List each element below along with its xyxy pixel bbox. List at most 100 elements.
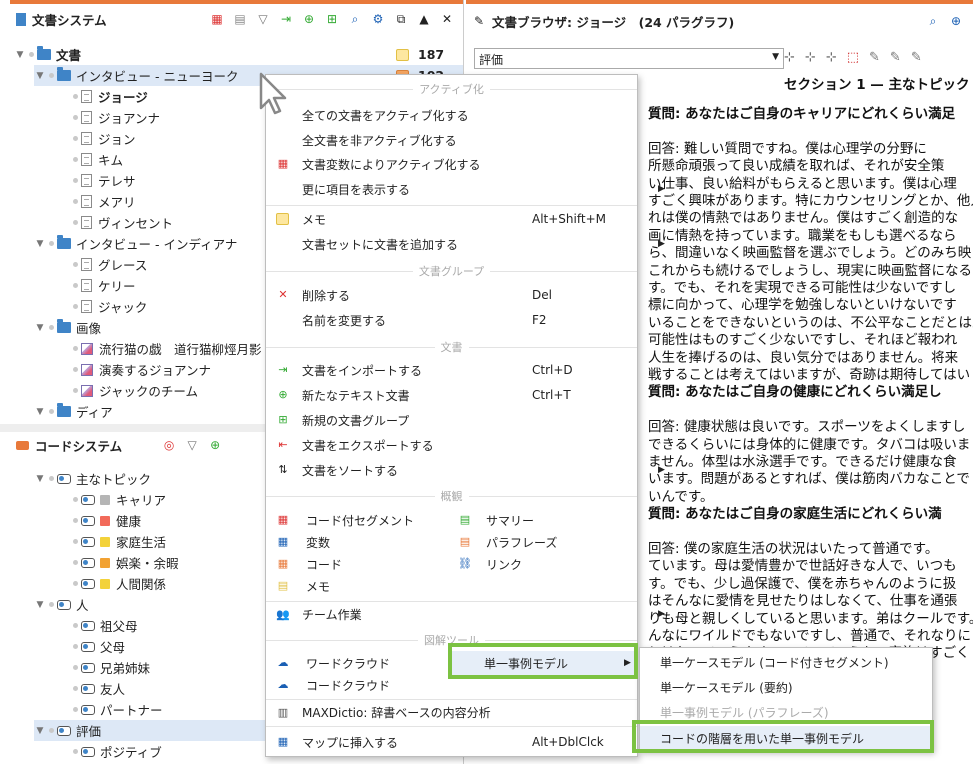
code-color-swatch bbox=[100, 494, 110, 505]
menu-item-coded-segments[interactable]: コード付セグメント bbox=[306, 509, 414, 531]
new-group-icon[interactable]: ⊞ bbox=[325, 12, 339, 26]
shortcut-label: Del bbox=[532, 288, 552, 302]
menu-item-team[interactable]: チーム作業 ▶ bbox=[302, 603, 665, 625]
menu-item-deactivate-all[interactable]: 全文書を非アクティブ化する bbox=[302, 129, 457, 151]
doc-item-row[interactable]: ジョン bbox=[70, 128, 136, 149]
doc-item-row[interactable]: ジャックのチーム bbox=[70, 380, 198, 401]
document-paragraph-line: 質問: あなたはご自身の家庭生活にどれくらい満 bbox=[648, 506, 942, 523]
filter-icon[interactable]: ▽ bbox=[185, 438, 199, 452]
chevron-down-icon[interactable]: ▼ bbox=[34, 600, 46, 610]
doc-group-row[interactable]: ▼ ディア bbox=[34, 401, 113, 422]
chevron-down-icon[interactable]: ▼ bbox=[34, 474, 46, 484]
document-paragraph-line: れは僕の情熱ではありません。僕はすごく創造的な bbox=[648, 210, 959, 227]
code-pin-icon[interactable]: ⊹ bbox=[784, 50, 795, 65]
doc-group-row[interactable]: ▼ 画像 bbox=[34, 317, 101, 338]
menu-item-import[interactable]: 文書をインポートする Ctrl+D bbox=[302, 359, 632, 381]
doc-item-row[interactable]: 演奏するジョアンナ bbox=[70, 359, 211, 380]
doc-item-row[interactable]: ヴィンセント bbox=[70, 212, 173, 233]
menu-item-memo-overview[interactable]: メモ bbox=[306, 575, 330, 597]
menu-item-activate-by-var[interactable]: 文書変数によりアクティブ化する bbox=[302, 153, 480, 175]
menu-item-sort[interactable]: 文書をソートする ▶ bbox=[302, 459, 665, 481]
chevron-down-icon[interactable]: ▼ bbox=[14, 50, 26, 60]
menu-item-new-group[interactable]: 新規の文書グループ bbox=[302, 409, 409, 431]
document-icon bbox=[81, 216, 92, 229]
code-icon bbox=[81, 662, 95, 673]
document-paragraph-line: います。問題があるとすれば、僕は筋肉バカなことで bbox=[648, 471, 970, 488]
menu-item-code[interactable]: コード bbox=[306, 553, 342, 575]
link-icon: ⛓ bbox=[458, 557, 472, 570]
submenu-item-coded-segments[interactable]: 単一ケースモデル (コード付きセグメント) bbox=[660, 651, 889, 673]
doc-root-row[interactable]: ▼ 文書 187 bbox=[14, 44, 463, 65]
doc-item-row[interactable]: ジョアンナ bbox=[70, 107, 160, 128]
menu-item-variables[interactable]: 変数 bbox=[306, 531, 330, 553]
code-color-swatch bbox=[100, 578, 110, 589]
pen-icon[interactable]: ✎ bbox=[869, 50, 880, 65]
document-browser-title: 文書ブラウザ: ジョージ (24 パラグラフ) bbox=[492, 14, 735, 30]
menu-item-new-text[interactable]: 新たなテキスト文書 Ctrl+T bbox=[302, 384, 632, 406]
undock-icon[interactable]: ⧉ bbox=[394, 12, 408, 26]
doc-item-row[interactable]: グレース bbox=[70, 254, 147, 275]
doc-item-row[interactable]: メアリ bbox=[70, 191, 136, 212]
doc-item-row[interactable]: キム bbox=[70, 149, 123, 170]
close-icon[interactable]: ✕ bbox=[440, 12, 454, 26]
menu-item-show-more[interactable]: 更に項目を表示する ▶ bbox=[302, 178, 665, 200]
code-compare-icon[interactable]: ⊹ bbox=[826, 50, 837, 65]
doc-item-label: 流行猫の戯 道行猫柳烴月影 bbox=[99, 342, 262, 357]
activate-docs-icon[interactable]: ▦ bbox=[210, 12, 224, 26]
menu-item-word-cloud[interactable]: ワードクラウド bbox=[306, 652, 390, 674]
search-icon[interactable]: ⌕ bbox=[348, 12, 362, 26]
chevron-down-icon[interactable]: ▼ bbox=[34, 323, 46, 333]
document-paragraph-line: ら、間違いなく映画監督を選ぶでしょう。どのみち映 bbox=[648, 245, 972, 262]
doc-item-row[interactable]: 流行猫の戯 道行猫柳烴月影 bbox=[70, 338, 262, 359]
filter-icon[interactable]: ▽ bbox=[256, 12, 270, 26]
document-icon bbox=[81, 195, 92, 208]
doc-item-label: ジャックのチーム bbox=[99, 384, 199, 399]
highlight-box bbox=[632, 720, 934, 753]
menu-item-summary[interactable]: サマリー bbox=[486, 509, 534, 531]
menu-item-link[interactable]: リンク bbox=[486, 553, 522, 575]
gear-icon[interactable]: ⚙ bbox=[371, 12, 385, 26]
submenu-item-summary[interactable]: 単一ケースモデル (要約) bbox=[660, 676, 793, 698]
maximize-icon[interactable]: ▲ bbox=[417, 12, 431, 26]
search-icon[interactable]: ⌕ bbox=[926, 14, 940, 28]
folder-icon bbox=[57, 403, 71, 417]
code-icon bbox=[81, 515, 95, 526]
code-add-icon[interactable]: ⊹ bbox=[805, 50, 816, 65]
doc-item-label: キム bbox=[98, 153, 124, 168]
chevron-down-icon[interactable]: ▼ bbox=[34, 239, 46, 249]
new-code-icon[interactable]: ⊕ bbox=[208, 438, 222, 452]
menu-item-code-cloud[interactable]: コードクラウド bbox=[306, 674, 390, 696]
doc-item-row[interactable]: テレサ bbox=[70, 170, 136, 191]
doc-item-row[interactable]: ジャック bbox=[70, 296, 147, 317]
menu-header: 文書グループ bbox=[266, 263, 637, 279]
zoom-icon[interactable]: ⊕ bbox=[949, 14, 963, 28]
menu-item-export[interactable]: 文書をエクスポートする bbox=[302, 434, 434, 456]
new-doc-icon[interactable]: ⊕ bbox=[302, 12, 316, 26]
import-doc-icon[interactable]: ⇥ bbox=[279, 12, 293, 26]
menu-item-rename[interactable]: 名前を変更する F2 bbox=[302, 309, 632, 331]
pen-icon[interactable]: ✎ bbox=[911, 50, 922, 65]
menu-item-delete[interactable]: 削除する Del bbox=[302, 284, 632, 306]
pen-icon[interactable]: ✎ bbox=[890, 50, 901, 65]
chevron-down-icon: ▼ bbox=[772, 52, 779, 62]
code-dropdown[interactable]: 評価 ▼ bbox=[474, 48, 784, 69]
menu-item-activate-all[interactable]: 全ての文書をアクティブ化する bbox=[302, 104, 469, 126]
document-paragraph-line: 回答: 僕の家庭生活の状況はいたって普通です。 bbox=[648, 541, 939, 557]
chevron-down-icon[interactable]: ▼ bbox=[34, 71, 46, 81]
menu-item-maxdictio[interactable]: MAXDictio: 辞書ベースの内容分析 bbox=[302, 701, 491, 723]
activate-codes-icon[interactable]: ◎ bbox=[162, 438, 176, 452]
import-icon: ⇥ bbox=[278, 363, 288, 376]
doc-vars-icon[interactable]: ▤ bbox=[233, 12, 247, 26]
doc-item-row[interactable]: ジョージ bbox=[70, 86, 148, 107]
chevron-down-icon[interactable]: ▼ bbox=[34, 407, 46, 417]
highlight-select-icon[interactable]: ⬚ bbox=[847, 50, 859, 65]
code-label: 人 bbox=[76, 598, 89, 613]
menu-item-memo[interactable]: メモ Alt+Shift+M bbox=[302, 208, 632, 230]
doc-item-row[interactable]: ケリー bbox=[70, 275, 136, 296]
menu-item-insert-map[interactable]: マップに挿入する Alt+DblClck bbox=[302, 731, 632, 753]
memo-icon[interactable] bbox=[396, 48, 409, 61]
doc-group-row[interactable]: ▼ インタビュー - インディアナ bbox=[34, 233, 237, 254]
menu-item-add-to-set[interactable]: 文書セットに文書を追加する ▶ bbox=[302, 233, 665, 255]
chevron-down-icon[interactable]: ▼ bbox=[34, 726, 46, 736]
menu-item-paraphrase[interactable]: パラフレーズ bbox=[486, 531, 557, 553]
